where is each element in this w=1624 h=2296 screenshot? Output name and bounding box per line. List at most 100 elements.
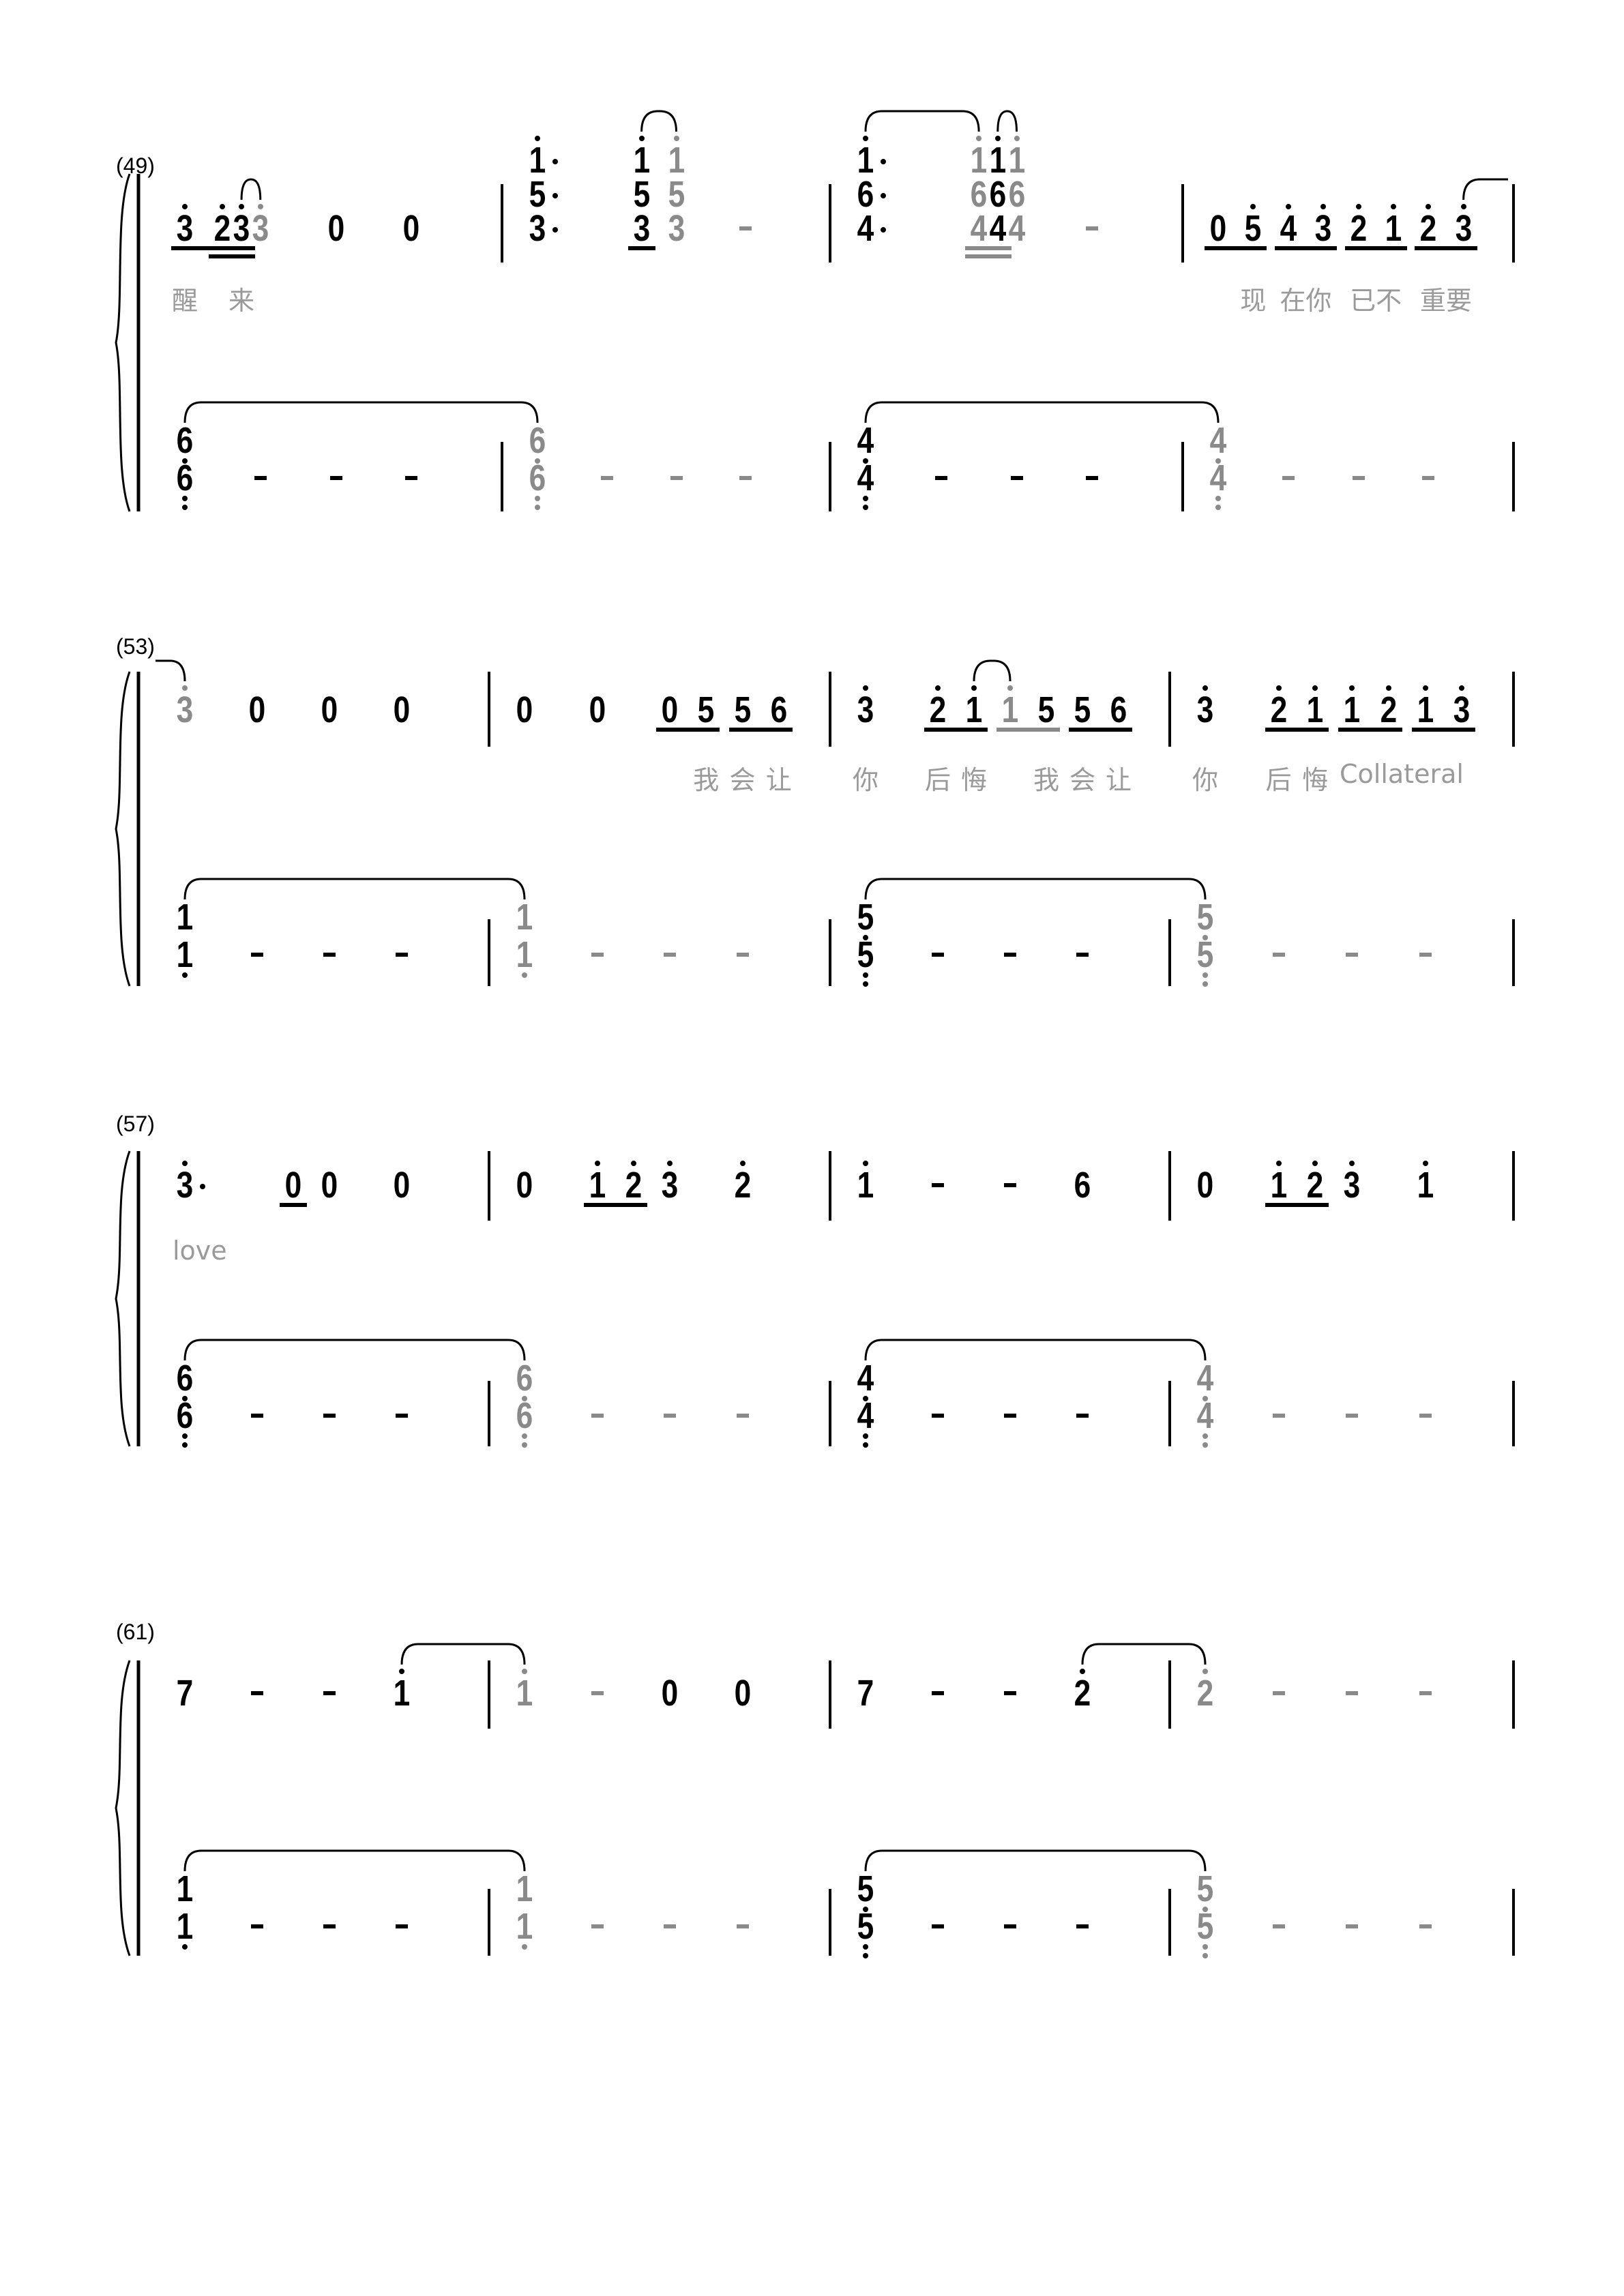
octave-down-dot	[535, 458, 540, 464]
sustain-dash	[664, 1414, 676, 1418]
octave-up-dot	[1275, 685, 1282, 691]
sustain-dash	[1282, 476, 1295, 480]
slur-arc	[640, 110, 677, 132]
octave-up-dot	[638, 136, 645, 141]
underline-beam	[1338, 728, 1402, 732]
octave-up-dot	[971, 685, 977, 691]
note: 5	[857, 897, 874, 938]
augmentation-dot	[881, 159, 886, 164]
octave-up-dot	[1460, 204, 1466, 209]
octave-down-dot	[535, 505, 540, 510]
octave-up-dot	[667, 1161, 673, 1166]
note: 1	[1001, 689, 1019, 730]
octave-down-dot	[1202, 1907, 1208, 1912]
augmentation-dot	[552, 159, 558, 164]
octave-down-dot	[182, 496, 188, 501]
note: 0	[284, 1165, 302, 1206]
lyric: 我	[1033, 765, 1060, 795]
slur-arc	[183, 401, 539, 423]
octave-up-dot	[935, 685, 941, 691]
note: 1	[393, 1673, 411, 1714]
octave-up-dot	[863, 1161, 868, 1166]
sustain-dash	[323, 1691, 336, 1695]
slur-arc	[864, 1339, 1207, 1361]
underline-beam	[1265, 728, 1329, 732]
sustain-dash	[1272, 1691, 1285, 1695]
brace-icon	[115, 671, 131, 987]
note: 5	[857, 934, 874, 975]
underline-beam	[280, 1203, 307, 1207]
note: 2	[929, 689, 947, 730]
note: 1	[529, 140, 546, 181]
octave-down-dot	[182, 1433, 188, 1439]
sustain-dash	[1422, 476, 1435, 480]
octave-up-dot	[1349, 1161, 1355, 1166]
brace-icon	[115, 173, 131, 512]
lyric: 在你	[1280, 286, 1332, 316]
underline-beam	[583, 1203, 647, 1207]
note: 6	[176, 1395, 194, 1436]
note: 4	[1209, 458, 1227, 498]
note: 0	[661, 689, 679, 730]
octave-down-dot	[182, 1944, 188, 1950]
sustain-dash	[1419, 1691, 1432, 1695]
note: 3	[176, 1165, 194, 1206]
octave-down-dot	[863, 935, 868, 940]
slur-arc	[183, 1849, 526, 1872]
octave-up-dot	[863, 685, 868, 691]
sustain-dash	[323, 1414, 336, 1418]
note: 3	[1453, 689, 1471, 730]
sustain-dash	[591, 953, 604, 957]
note: 0	[402, 208, 420, 249]
sustain-dash	[323, 1924, 336, 1928]
sustain-dash	[405, 476, 418, 480]
sustain-dash	[329, 476, 342, 480]
note: 1	[176, 934, 194, 975]
augmentation-dot	[200, 1184, 205, 1189]
measure-number: (57)	[116, 1112, 155, 1136]
note: 4	[1280, 208, 1297, 249]
note: 5	[1245, 208, 1262, 249]
note: 6	[176, 420, 194, 461]
slur-arc	[183, 1339, 526, 1361]
octave-down-dot	[522, 1442, 527, 1448]
octave-up-dot	[535, 136, 540, 141]
sustain-dash	[600, 476, 613, 480]
note: 0	[734, 1673, 751, 1714]
lyric: love	[173, 1236, 227, 1266]
underline-beam	[1344, 246, 1407, 250]
underline-beam	[1411, 728, 1476, 732]
sustain-dash	[251, 953, 263, 957]
note: 6	[770, 689, 788, 730]
octave-up-dot	[1422, 1161, 1428, 1166]
octave-up-dot	[1422, 685, 1428, 691]
sustain-dash	[664, 1924, 676, 1928]
underline-beam	[1265, 1203, 1329, 1207]
octave-down-dot	[1202, 935, 1208, 940]
augmentation-dot	[881, 227, 886, 233]
sustain-dash	[1272, 1414, 1285, 1418]
sustain-dash	[1419, 953, 1432, 957]
lyric: 你	[852, 765, 879, 795]
slur-arc	[156, 659, 186, 682]
note: 1	[176, 1906, 194, 1947]
note: 3	[1455, 208, 1472, 249]
note: 3	[176, 208, 194, 249]
note: 3	[1314, 208, 1332, 249]
note: 1	[668, 140, 685, 181]
octave-up-dot	[1390, 204, 1396, 209]
lyric: 会	[1069, 765, 1096, 795]
note: 2	[1270, 689, 1287, 730]
score-lines-layer	[115, 110, 1515, 1956]
score-page: (49) 3 2 3 3 0 0 3 5 1 3 5 1 3 5 1 4 6 1 4 6 1 4 6 1 4 6 1 0 5 4 3 2 1 2 3 6…	[0, 0, 1624, 2296]
sustain-dash	[1346, 953, 1358, 957]
note: 0	[1196, 1165, 1214, 1206]
lyric: 来	[228, 286, 255, 316]
note: 1	[857, 140, 874, 181]
octave-down-dot	[182, 1396, 188, 1401]
sustain-dash	[591, 1414, 604, 1418]
note: 5	[857, 1906, 874, 1947]
underline-beam	[965, 246, 1012, 250]
note: 7	[176, 1673, 194, 1714]
octave-down-dot	[1202, 981, 1208, 987]
